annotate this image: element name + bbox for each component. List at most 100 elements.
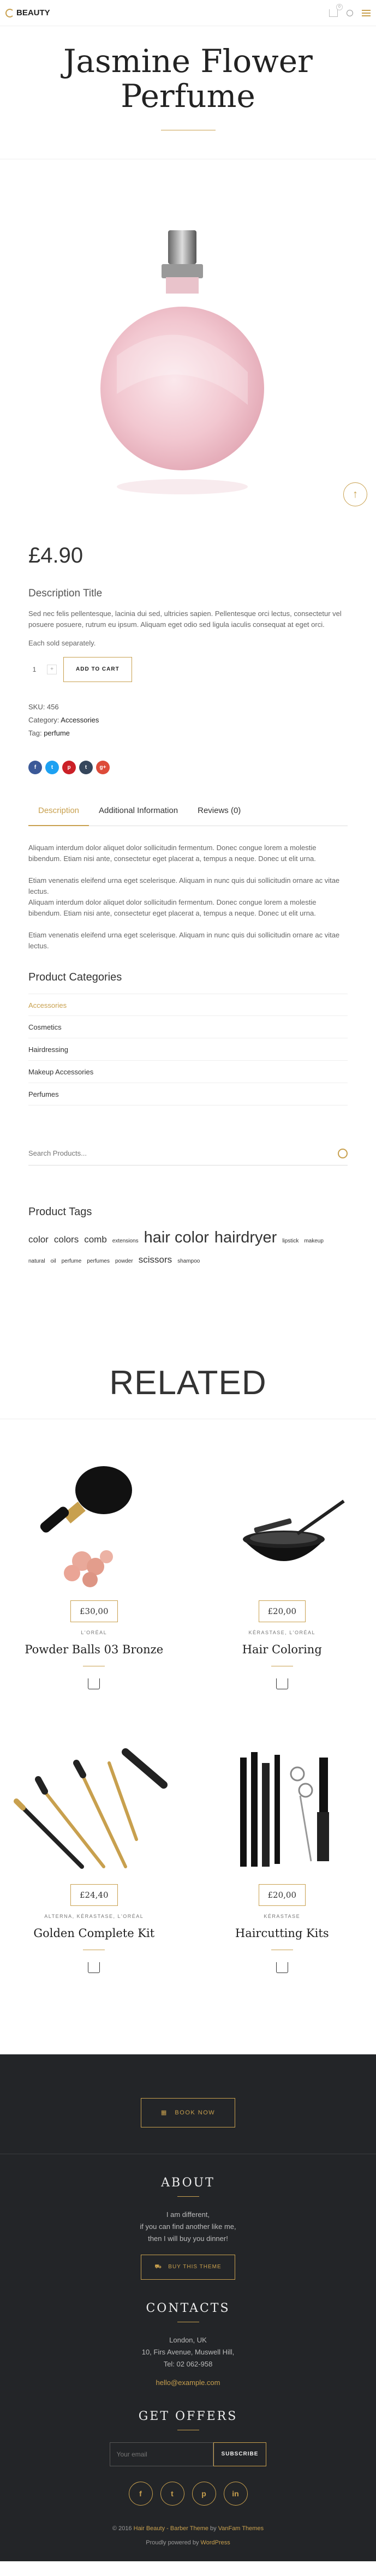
- description-paragraph: Etiam venenatis eleifend urna eget scele…: [28, 931, 340, 950]
- pinterest-icon[interactable]: p: [192, 2482, 216, 2506]
- add-to-cart-icon[interactable]: [276, 1678, 288, 1689]
- category-link[interactable]: Accessories: [61, 716, 99, 724]
- tag-link[interactable]: shampoo: [177, 1252, 200, 1271]
- product-name[interactable]: Hair Coloring: [188, 1643, 376, 1656]
- book-now-label: BOOK NOW: [175, 2109, 216, 2116]
- author-link[interactable]: VanFam Themes: [218, 2525, 264, 2532]
- tag-link[interactable]: hairdryer: [214, 1228, 277, 1247]
- category-item-hairdressing[interactable]: Hairdressing: [28, 1038, 348, 1061]
- category-item-makeup-accessories[interactable]: Makeup Accessories: [28, 1061, 348, 1083]
- pinterest-share-icon[interactable]: p: [62, 761, 76, 774]
- category-item-accessories[interactable]: Accessories: [28, 994, 348, 1016]
- tags-widget-title: Product Tags: [28, 1206, 92, 1218]
- tag-link[interactable]: powder: [115, 1252, 133, 1271]
- cart-icon[interactable]: 0: [329, 3, 343, 17]
- tag-link[interactable]: hair color: [144, 1228, 209, 1247]
- add-to-cart-icon[interactable]: [276, 1962, 288, 1973]
- about-divider: [177, 2196, 199, 2197]
- quantity-plus-button[interactable]: +: [47, 665, 57, 674]
- sku-label: SKU:: [28, 703, 45, 711]
- product-price: £4.90: [28, 543, 83, 567]
- perfume-bottle-image[interactable]: [100, 230, 264, 514]
- product-name[interactable]: Powder Balls 03 Bronze: [0, 1643, 188, 1656]
- tag-link[interactable]: extensions: [112, 1232, 139, 1251]
- add-to-cart-icon[interactable]: [88, 1678, 100, 1689]
- product-name[interactable]: Golden Complete Kit: [0, 1927, 188, 1940]
- category-item-perfumes[interactable]: Perfumes: [28, 1083, 348, 1105]
- product-name[interactable]: Haircutting Kits: [188, 1927, 376, 1940]
- hair-coloring-bowl-image: [242, 1499, 345, 1561]
- add-to-cart-icon[interactable]: [88, 1962, 100, 1973]
- instagram-icon[interactable]: in: [223, 2482, 248, 2506]
- twitter-icon[interactable]: t: [160, 2482, 184, 2506]
- tag-link[interactable]: lipstick: [282, 1232, 299, 1251]
- tag-link[interactable]: color: [28, 1230, 49, 1249]
- product-price: £30,00: [70, 1600, 118, 1622]
- search-icon[interactable]: [338, 1148, 348, 1158]
- tag-link[interactable]: perfumes: [87, 1252, 110, 1271]
- buy-theme-button[interactable]: ⛟ BUY THIS THEME: [141, 2255, 235, 2280]
- book-now-button[interactable]: ▦ BOOK NOW: [140, 2098, 236, 2127]
- twitter-share-icon[interactable]: t: [45, 761, 59, 774]
- powered-by-text: Proudly powered by WordPress: [0, 2539, 376, 2546]
- top-header: BEAUTY 0: [0, 0, 376, 26]
- quantity-input[interactable]: 1: [28, 666, 40, 673]
- category-item-cosmetics[interactable]: Cosmetics: [28, 1016, 348, 1038]
- logo-text: BEAUTY: [16, 8, 50, 17]
- haircutting-tools-image: [240, 1752, 329, 1867]
- cart-count-badge: 0: [336, 3, 343, 10]
- category-row: Category: Accessories: [28, 714, 348, 727]
- tag-link[interactable]: natural: [28, 1252, 45, 1271]
- product-price: £20,00: [258, 1884, 306, 1906]
- product-tabs: Description Additional Information Revie…: [28, 796, 348, 826]
- tag-link[interactable]: scissors: [139, 1251, 172, 1269]
- categories-widget-title: Product Categories: [28, 971, 122, 983]
- tab-reviews[interactable]: Reviews (0): [188, 796, 250, 826]
- search-icon[interactable]: [347, 9, 353, 16]
- theme-link[interactable]: Hair Beauty - Barber Theme: [134, 2525, 208, 2532]
- stock-note: Each sold separately.: [28, 639, 96, 647]
- tag-link[interactable]: oil: [51, 1252, 56, 1271]
- tag-link[interactable]: makeup: [304, 1232, 324, 1251]
- contacts-title: CONTACTS: [146, 2302, 230, 2315]
- tab-description[interactable]: Description: [28, 796, 89, 826]
- tab-additional-information[interactable]: Additional Information: [89, 796, 188, 826]
- sku-value: 456: [46, 703, 59, 711]
- product-image[interactable]: [0, 1457, 188, 1594]
- contact-line: Tel: 02 062-958: [163, 2360, 213, 2368]
- contact-email-link[interactable]: hello@example.com: [0, 2377, 376, 2389]
- related-product[interactable]: £30,00 L'ORÉAL Powder Balls 03 Bronze: [0, 1457, 188, 1741]
- product-image[interactable]: [0, 1741, 188, 1878]
- site-logo[interactable]: BEAUTY: [5, 8, 50, 17]
- newsletter-email-input[interactable]: [109, 2442, 213, 2466]
- facebook-icon[interactable]: f: [128, 2482, 153, 2506]
- subscribe-button[interactable]: SUBSCRIBE: [213, 2442, 267, 2466]
- related-title: RELATED: [109, 1364, 267, 1402]
- back-to-top-button[interactable]: ↑: [343, 482, 367, 506]
- tag-link[interactable]: colors: [54, 1230, 79, 1249]
- googleplus-share-icon[interactable]: g+: [96, 761, 110, 774]
- about-title: ABOUT: [161, 2176, 215, 2190]
- related-product[interactable]: £24,40 ALTERNA, KÉRASTASE, L'ORÉAL Golde…: [0, 1741, 188, 2025]
- tag-label: Tag:: [28, 729, 42, 737]
- tag-link[interactable]: comb: [84, 1230, 107, 1249]
- product-image[interactable]: [188, 1457, 376, 1594]
- related-product[interactable]: £20,00 KÉRASTASE Haircutting Kits: [188, 1741, 376, 2025]
- hamburger-menu-icon[interactable]: [362, 9, 371, 16]
- add-to-cart-button[interactable]: ADD TO CART: [63, 657, 132, 682]
- about-line: if you can find another like me,: [140, 2222, 236, 2231]
- facebook-share-icon[interactable]: f: [28, 761, 42, 774]
- product-image[interactable]: [188, 1741, 376, 1878]
- product-search-input[interactable]: [28, 1149, 312, 1157]
- tag-link[interactable]: perfume: [62, 1252, 82, 1271]
- contact-line: London, UK: [169, 2336, 207, 2344]
- copyright-prefix: © 2016: [112, 2525, 132, 2532]
- share-buttons: f t p t g+: [28, 761, 348, 774]
- related-product[interactable]: £20,00 KÉRASTASE, L'ORÉAL Hair Coloring: [188, 1457, 376, 1741]
- header-actions: 0: [329, 3, 371, 17]
- newsletter-form: SUBSCRIBE: [0, 2442, 376, 2466]
- tumblr-share-icon[interactable]: t: [79, 761, 93, 774]
- tag-link[interactable]: perfume: [44, 729, 70, 737]
- contact-line: 10, Firs Avenue, Muswell Hill,: [141, 2348, 235, 2356]
- wordpress-link[interactable]: WordPress: [201, 2539, 230, 2546]
